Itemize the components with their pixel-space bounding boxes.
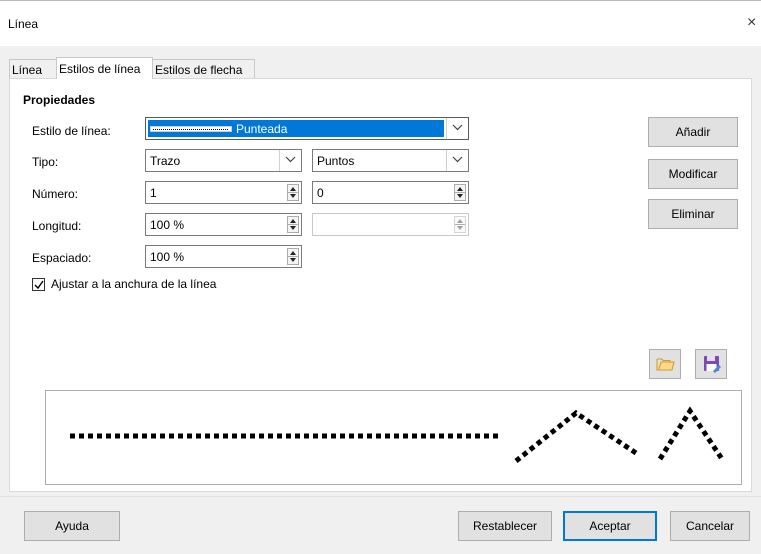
title-bar: Línea × (0, 0, 761, 46)
spin-arrows-icon[interactable] (454, 184, 466, 201)
spin-arrows-icon[interactable] (454, 216, 466, 233)
tab-line-styles[interactable]: Estilos de línea (56, 57, 153, 79)
tab-arrow-styles[interactable]: Estilos de flecha (152, 59, 255, 79)
spacing-spin[interactable]: 100 % (145, 245, 302, 268)
open-button[interactable] (649, 349, 681, 379)
spin-arrows-icon[interactable] (287, 184, 299, 201)
chevron-down-icon[interactable] (446, 118, 468, 139)
reset-button[interactable]: Restablecer (458, 511, 552, 541)
delete-button[interactable]: Eliminar (648, 199, 738, 229)
type-select-2[interactable]: Puntos (312, 149, 469, 172)
save-button[interactable] (695, 349, 727, 379)
modify-button[interactable]: Modificar (648, 159, 738, 189)
type-select-1-value: Trazo (150, 154, 181, 168)
fit-to-width-label[interactable]: Ajustar a la anchura de la línea (51, 277, 216, 291)
chevron-down-icon[interactable] (279, 150, 301, 171)
cancel-button[interactable]: Cancelar (670, 511, 750, 541)
length-spin-2[interactable] (312, 213, 469, 236)
properties-heading: Propiedades (23, 93, 96, 107)
type-select-2-value: Puntos (317, 154, 355, 168)
window-title: Línea (8, 17, 39, 31)
line-preview-drawing (70, 406, 725, 463)
number-label: Número: (32, 187, 79, 201)
type-select-1[interactable]: Trazo (145, 149, 302, 172)
length-label: Longitud: (32, 219, 82, 233)
ok-button[interactable]: Aceptar (563, 511, 657, 541)
add-button[interactable]: Añadir (648, 117, 738, 147)
tab-line[interactable]: Línea (9, 59, 57, 79)
line-style-value: Punteada (236, 122, 288, 136)
check-icon (34, 280, 44, 290)
line-preview (45, 390, 742, 485)
length-spin-1-value: 100 % (150, 218, 185, 232)
number-spin-2[interactable]: 0 (312, 181, 469, 204)
number-spin-1[interactable]: 1 (145, 181, 302, 204)
line-style-select[interactable]: Punteada (145, 117, 469, 140)
close-icon[interactable]: × (747, 13, 761, 33)
folder-open-icon (656, 358, 675, 371)
save-icon (704, 356, 721, 373)
line-style-label: Estilo de línea: (32, 124, 111, 138)
line-style-preview (150, 126, 232, 132)
fit-to-width-checkbox[interactable] (32, 278, 45, 291)
length-spin-1[interactable]: 100 % (145, 213, 302, 236)
type-label: Tipo: (32, 155, 59, 169)
number-spin-1-value: 1 (150, 186, 157, 200)
help-button[interactable]: Ayuda (24, 511, 120, 541)
spin-arrows-icon[interactable] (287, 216, 299, 233)
chevron-down-icon[interactable] (446, 150, 468, 171)
tab-panel: Propiedades Estilo de línea: Punteada Ti… (9, 78, 752, 492)
spacing-label: Espaciado: (32, 251, 92, 265)
footer-divider (0, 496, 761, 497)
spin-arrows-icon[interactable] (287, 248, 299, 265)
spacing-spin-value: 100 % (150, 250, 185, 264)
number-spin-2-value: 0 (317, 186, 324, 200)
